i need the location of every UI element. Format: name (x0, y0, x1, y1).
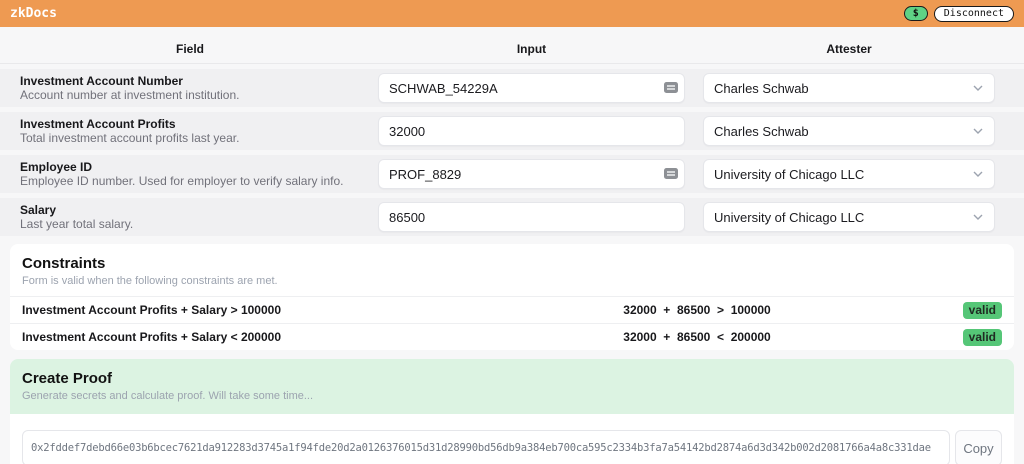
constraints-card: Constraints Form is valid when the follo… (10, 244, 1014, 350)
create-proof-title: Create Proof (22, 370, 1002, 387)
constraint-evaluation: 32000 + 86500 > 100000 (452, 303, 942, 317)
wallet-balance-button[interactable]: $ (904, 6, 928, 21)
status-badge: valid (963, 302, 1002, 319)
create-proof-card: Create Proof Generate secrets and calcul… (10, 359, 1014, 464)
field-label: Investment Account Number (20, 74, 360, 88)
table-row: Salary Last year total salary. Universit… (0, 198, 1024, 236)
disconnect-button[interactable]: Disconnect (934, 6, 1014, 22)
table-row: Investment Account Number Account number… (0, 69, 1024, 107)
field-description: Total investment account profits last ye… (20, 131, 360, 145)
constraint-rule: Investment Account Profits + Salary > 10… (22, 303, 452, 317)
autofill-icon[interactable] (664, 82, 678, 93)
attester-select[interactable]: Charles Schwab (703, 116, 995, 146)
app-title: zkDocs (10, 6, 57, 21)
field-label: Employee ID (20, 160, 360, 174)
attester-selected-value: University of Chicago LLC (714, 210, 864, 225)
chevron-down-icon (972, 211, 984, 223)
autofill-icon[interactable] (664, 168, 678, 179)
attester-select[interactable]: University of Chicago LLC (703, 159, 995, 189)
constraint-rule: Investment Account Profits + Salary < 20… (22, 330, 452, 344)
attester-selected-value: Charles Schwab (714, 124, 809, 139)
constraints-title: Constraints (22, 255, 1002, 272)
investment-account-number-input[interactable] (378, 73, 685, 103)
column-header-attester: Attester (703, 42, 995, 56)
attester-selected-value: Charles Schwab (714, 81, 809, 96)
create-proof-subtitle: Generate secrets and calculate proof. Wi… (22, 390, 1002, 402)
investment-account-profits-input[interactable] (378, 116, 685, 146)
proof-output-field[interactable] (22, 430, 950, 464)
column-header-field: Field (20, 42, 360, 56)
attester-select[interactable]: University of Chicago LLC (703, 202, 995, 232)
table-header: Field Input Attester (0, 34, 1024, 64)
attester-select[interactable]: Charles Schwab (703, 73, 995, 103)
chevron-down-icon (972, 82, 984, 94)
employee-id-input[interactable] (378, 159, 685, 189)
copy-button[interactable]: Copy (955, 430, 1002, 464)
chevron-down-icon (972, 168, 984, 180)
table-row: Investment Account Profits Total investm… (0, 112, 1024, 150)
field-label: Investment Account Profits (20, 117, 360, 131)
salary-input[interactable] (378, 202, 685, 232)
field-description: Account number at investment institution… (20, 88, 360, 102)
chevron-down-icon (972, 125, 984, 137)
column-header-input: Input (378, 42, 685, 56)
field-description: Last year total salary. (20, 217, 360, 231)
field-label: Salary (20, 203, 360, 217)
app-header: zkDocs $ Disconnect (0, 0, 1024, 27)
constraint-row: Investment Account Profits + Salary < 20… (10, 323, 1014, 350)
table-row: Employee ID Employee ID number. Used for… (0, 155, 1024, 193)
constraints-subtitle: Form is valid when the following constra… (22, 275, 1002, 287)
attester-selected-value: University of Chicago LLC (714, 167, 864, 182)
status-badge: valid (963, 329, 1002, 346)
field-description: Employee ID number. Used for employer to… (20, 174, 360, 188)
constraint-evaluation: 32000 + 86500 < 200000 (452, 330, 942, 344)
constraint-row: Investment Account Profits + Salary > 10… (10, 296, 1014, 323)
